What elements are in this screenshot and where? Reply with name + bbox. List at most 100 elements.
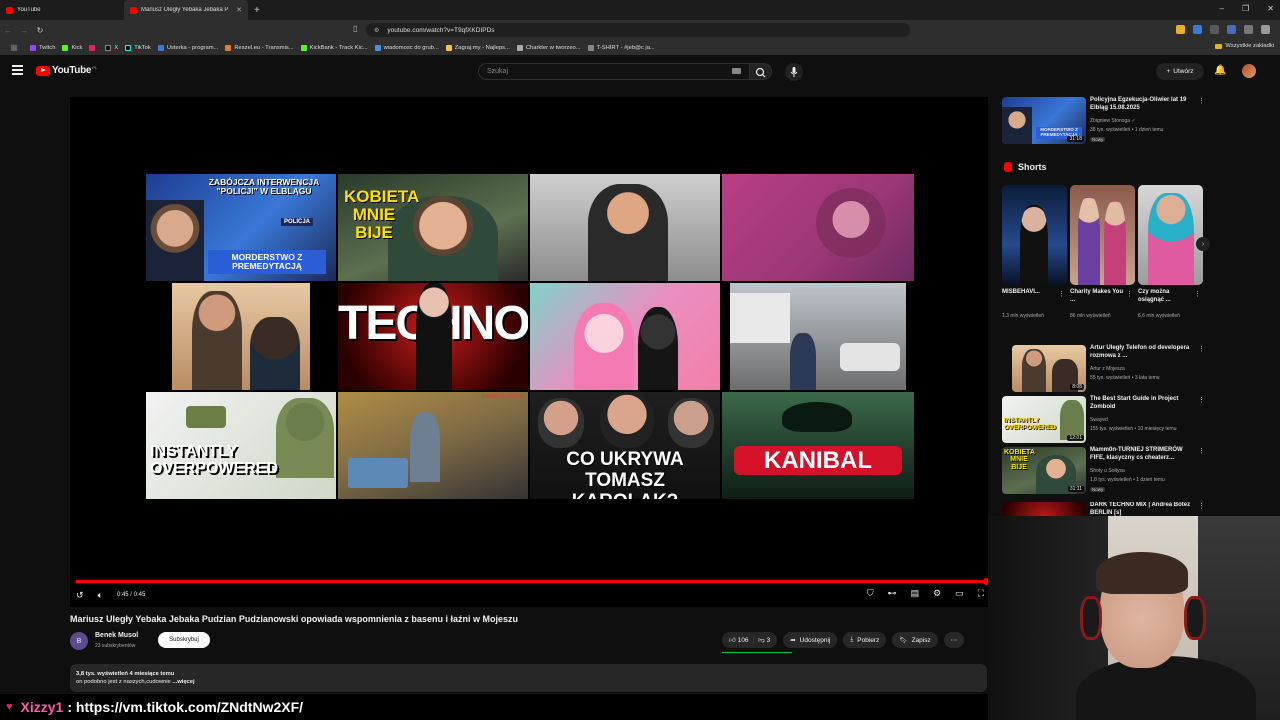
video-thumbnail[interactable]: MORDERSTWO Z PREMEDYTACJĄ 31:18 [1002, 97, 1086, 144]
more-vertical-icon[interactable]: ⋮ [1058, 290, 1065, 298]
endscreen-video[interactable]: KOBIETA MNIE BIJE [338, 174, 528, 281]
bookmark-item[interactable] [89, 44, 98, 51]
more-vertical-icon[interactable]: ⋮ [1194, 290, 1201, 298]
video-thumbnail[interactable]: INSTANTLY OVERPOWERED 12:01 [1002, 396, 1086, 443]
reload-icon[interactable]: ↻ [32, 26, 48, 35]
video-thumbnail[interactable] [1002, 502, 1086, 516]
more-vertical-icon[interactable]: ⋮ [1198, 447, 1205, 455]
apps-grid-icon[interactable]: ▦ [6, 43, 22, 52]
extension-icon[interactable] [1227, 25, 1236, 34]
volume-icon[interactable]: 🔈︎ [98, 590, 103, 601]
more-actions-button[interactable]: ⋯ [943, 632, 965, 648]
endscreen-video[interactable]: ZABÓJCZA INTERWENCJA "POLICJI" W ELBLĄGU… [146, 174, 336, 281]
subscribe-button[interactable]: Subskrybuj [158, 632, 210, 648]
endscreen-video[interactable] [530, 283, 720, 390]
account-avatar[interactable] [1242, 64, 1256, 78]
bookmark-item[interactable]: Kick [62, 44, 82, 51]
shorts-next-arrow-icon[interactable]: › [1196, 237, 1210, 251]
replay-icon[interactable]: ↺ [76, 590, 84, 601]
endscreen-video[interactable]: TECHNO [338, 283, 528, 390]
description-box[interactable]: 3,8 tys. wyświetleń 4 miesiące temu on p… [70, 664, 987, 692]
short-title[interactable]: Czy można osiągnąć ... [1138, 289, 1194, 305]
save-button[interactable]: 🔖︎ Zapisz [892, 632, 938, 648]
create-button[interactable]: + Utwórz [1156, 63, 1204, 80]
short-thumbnail[interactable] [1138, 185, 1203, 285]
download-button[interactable]: ⤓ Pobierz [843, 632, 887, 648]
endscreen-video[interactable] [530, 174, 720, 281]
voice-search-button[interactable] [785, 63, 803, 81]
endscreen-video[interactable]: CO UKRYWA TOMASZ KAROLAK? [530, 392, 720, 499]
more-vertical-icon[interactable]: ⋮ [1198, 345, 1205, 353]
endscreen-video[interactable] [172, 283, 310, 390]
bookmark-item[interactable]: Twitch [30, 44, 55, 51]
maximize-icon[interactable]: ❐ [1242, 4, 1249, 13]
notifications-bell-icon[interactable]: 🔔 [1214, 65, 1226, 76]
site-info-icon[interactable]: ⚙ [374, 27, 379, 34]
extension-icon[interactable] [1193, 25, 1202, 34]
bookmark-item[interactable]: Usterka - program... [157, 44, 218, 51]
bookmark-item[interactable]: wiadomosc do grub... [374, 44, 439, 51]
short-thumbnail[interactable] [1070, 185, 1135, 285]
recommended-video[interactable]: KOBIETA MNIE BIJE 31:11 Mamm0n-TURNIEJ S… [1002, 447, 1205, 497]
channel-name[interactable]: Artur z Mojeszа [1090, 366, 1125, 372]
profile-icon[interactable] [1261, 25, 1270, 34]
show-more-link[interactable]: ...więcej [172, 679, 194, 685]
share-button[interactable]: ➦ Udostępnij [783, 632, 838, 648]
channel-avatar[interactable]: B [70, 632, 88, 650]
endscreen-video[interactable]: Reszel.eu/Gliwo [338, 392, 528, 499]
back-arrow-icon[interactable]: ← [0, 26, 16, 35]
bookmark-item[interactable]: Zagraj.my - Najleps... [445, 44, 510, 51]
menu-icon[interactable] [12, 65, 23, 77]
recommended-video[interactable]: 8:08 Artur Uległy Telefon od developera … [1002, 345, 1205, 392]
settings-gear-icon[interactable]: ⚙ [933, 588, 941, 599]
short-thumbnail[interactable] [1002, 185, 1067, 285]
fullscreen-icon[interactable]: ⛶ [978, 588, 984, 599]
video-thumbnail[interactable]: 8:08 [1012, 345, 1086, 392]
search-input[interactable]: Szukaj [478, 63, 750, 80]
video-thumbnail[interactable]: KOBIETA MNIE BIJE 31:11 [1002, 447, 1086, 494]
forward-arrow-icon[interactable]: → [16, 26, 32, 35]
miniplayer-badge-icon[interactable]: ⛉ [867, 588, 874, 599]
keyboard-icon[interactable] [732, 68, 741, 74]
bookmark-item[interactable]: TikTok [125, 44, 151, 51]
endscreen-video[interactable]: KANIBAL [722, 392, 914, 499]
bookmark-item[interactable]: KickBank - Track Kic... [300, 44, 368, 51]
extension-icon[interactable] [1176, 25, 1185, 34]
endscreen-video[interactable]: INSTANTLY OVERPOWERED [146, 392, 336, 499]
url-field[interactable]: ⚙ youtube.com/watch?v=T9qfXKDIPDs [366, 23, 910, 37]
browser-tab-youtube[interactable]: YouTube [0, 0, 124, 20]
dislike-button[interactable]: 👎︎ 3 [758, 636, 770, 644]
channel-name[interactable]: Shoty u Sołtysa [1090, 468, 1125, 474]
short-title[interactable]: Charity Makes You ... [1070, 289, 1126, 305]
more-vertical-icon[interactable]: ⋮ [1198, 97, 1205, 105]
new-tab-button[interactable]: + [254, 5, 260, 16]
subtitles-icon[interactable]: ▤ [911, 588, 920, 599]
channel-name[interactable]: Benek Musol [95, 632, 138, 639]
video-progress-bar[interactable] [76, 578, 990, 585]
youtube-logo[interactable]: YouTube PL [36, 65, 97, 76]
extensions-puzzle-icon[interactable] [1244, 25, 1253, 34]
bookmark-item[interactable]: Reszel.eu - Transmis... [225, 44, 294, 51]
bookmark-item[interactable]: Charkter w tworzeo... [516, 44, 581, 51]
minimize-icon[interactable]: – [1220, 4, 1224, 13]
more-vertical-icon[interactable]: ⋮ [1126, 290, 1133, 298]
channel-name[interactable]: Swayed [1090, 417, 1108, 423]
close-window-icon[interactable]: ✕ [1267, 4, 1274, 13]
channel-name[interactable]: Zbigniew Stonoga ✓ [1090, 118, 1136, 124]
theater-mode-icon[interactable]: ▭ [955, 588, 964, 599]
bookmark-item[interactable]: T-SHIRT - #jeb@c ja... [587, 44, 655, 51]
bookmark-page-icon[interactable]: ▯ [353, 24, 357, 33]
recommended-video[interactable]: DARK TECHNO MIX | Andrea Botez BERLIN [s… [1002, 502, 1202, 516]
extension-icon[interactable] [1210, 25, 1219, 34]
endscreen-video[interactable] [722, 174, 914, 281]
more-vertical-icon[interactable]: ⋮ [1198, 396, 1205, 404]
bookmark-item[interactable]: X [105, 44, 118, 51]
like-button[interactable]: 👍︎ 106 [729, 636, 748, 644]
browser-tab-video[interactable]: Mariusz Uległy Yebaka Jebaka P ✕ [124, 0, 248, 20]
recommended-video[interactable]: MORDERSTWO Z PREMEDYTACJĄ 31:18 Policyjn… [1002, 97, 1205, 149]
autoplay-toggle[interactable]: ⊷ [888, 588, 897, 599]
close-tab-icon[interactable]: ✕ [236, 6, 242, 14]
video-player[interactable]: ZABÓJCZA INTERWENCJA "POLICJI" W ELBLĄGU… [70, 97, 988, 607]
search-button[interactable] [750, 63, 772, 80]
more-vertical-icon[interactable]: ⋮ [1198, 502, 1202, 510]
